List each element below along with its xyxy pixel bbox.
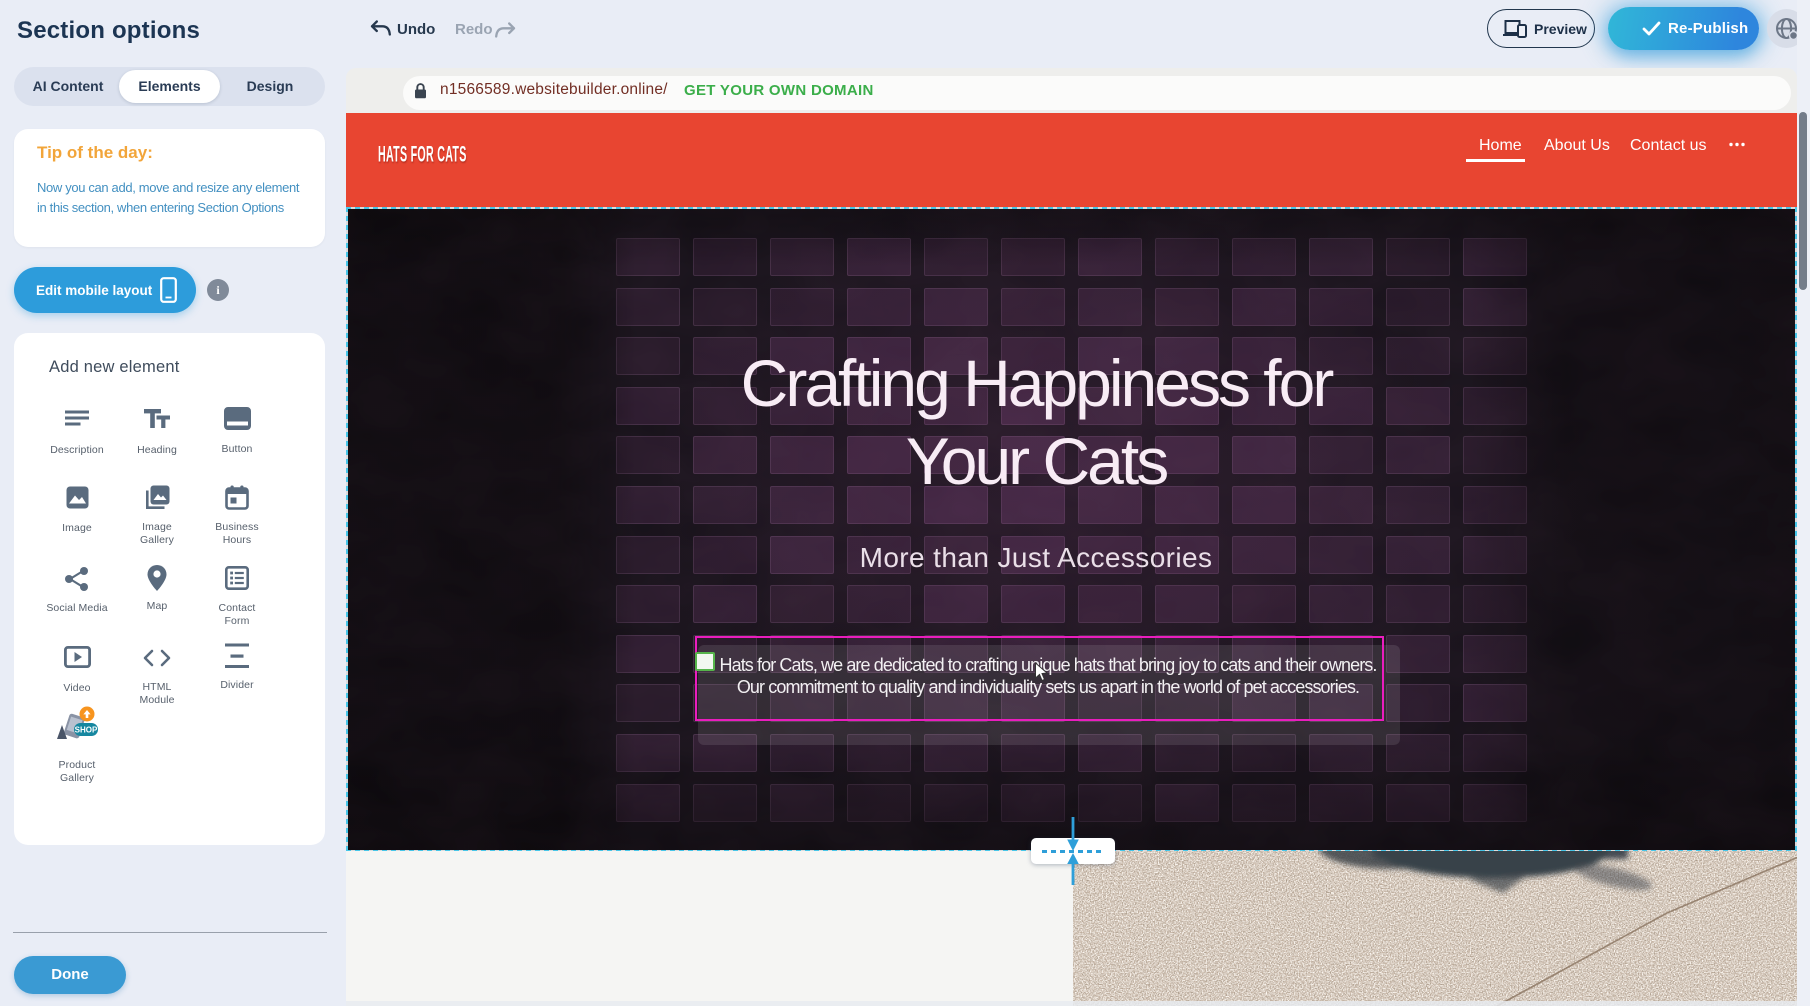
svg-text:SHOP: SHOP bbox=[75, 726, 98, 735]
